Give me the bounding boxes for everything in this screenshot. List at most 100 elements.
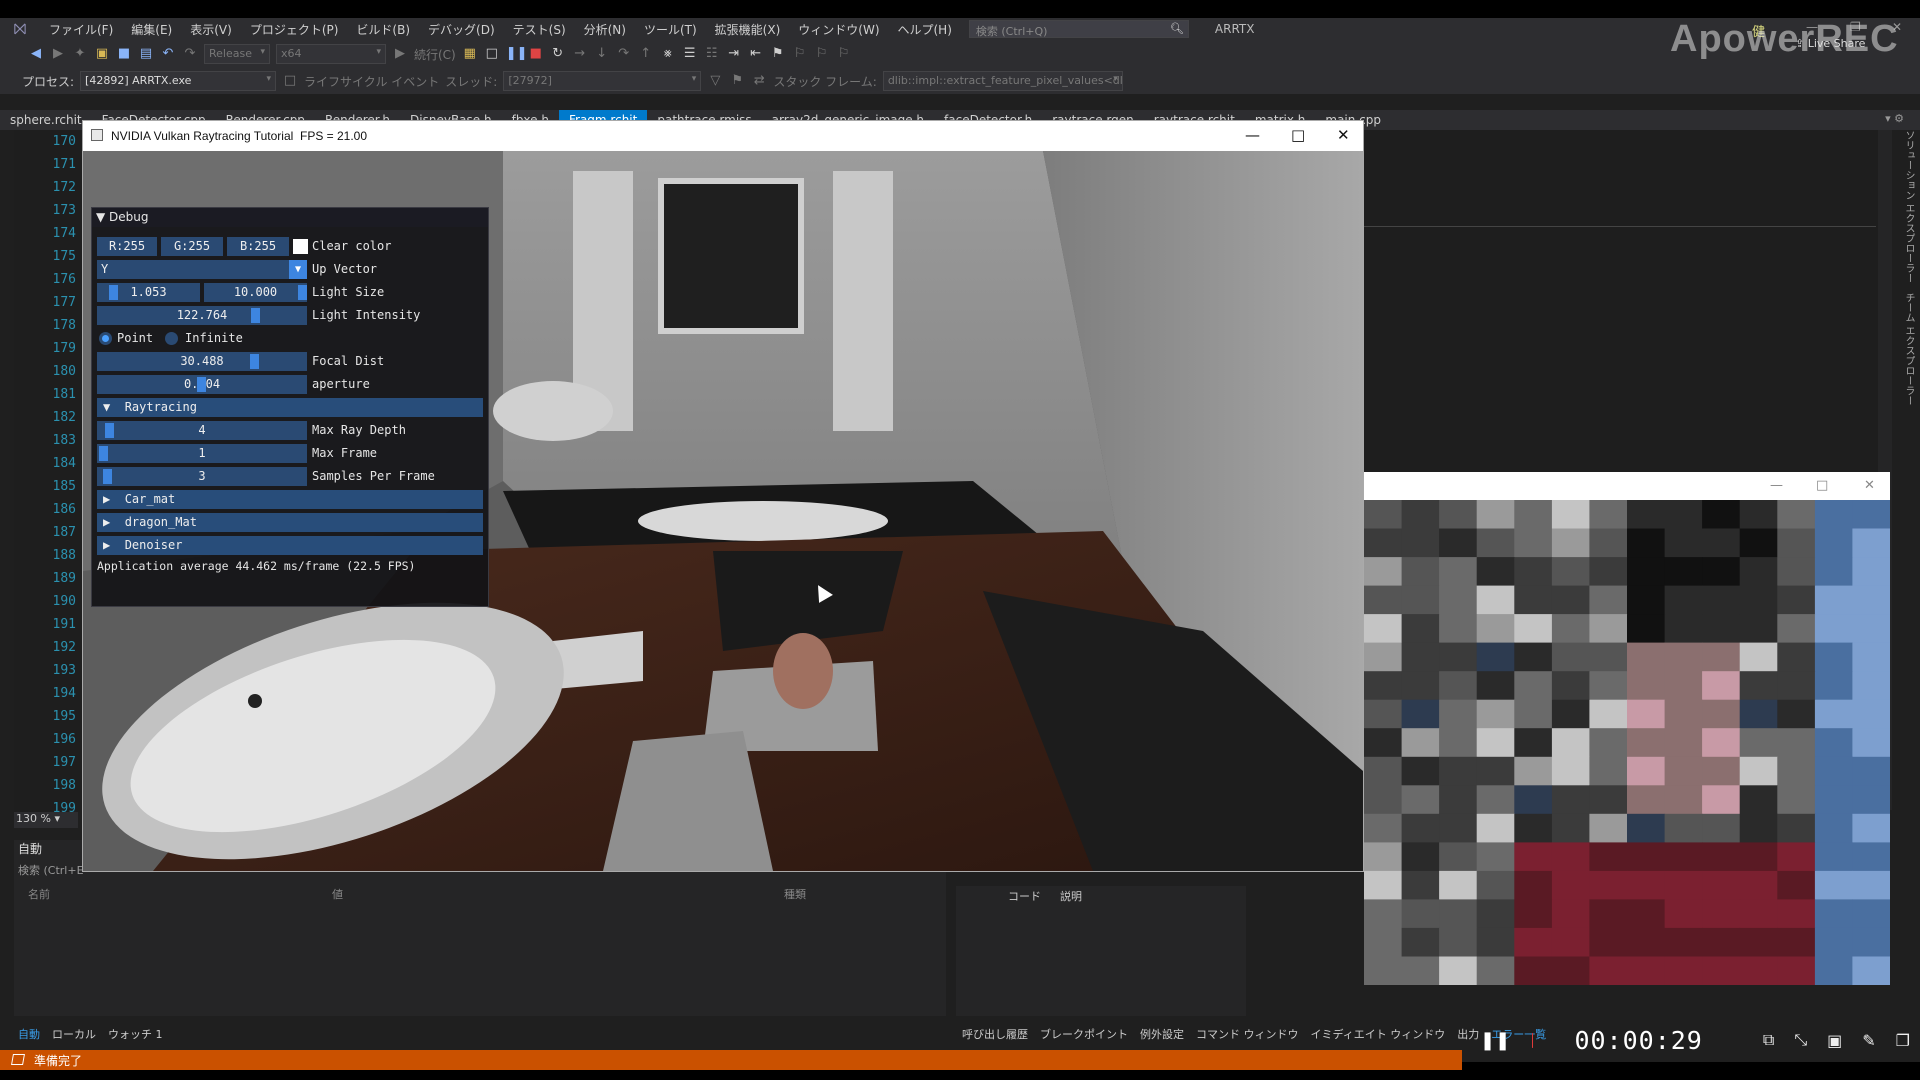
search-icon[interactable]: 🔍︎ — [1170, 22, 1184, 35]
tab-sphere-rchit[interactable]: sphere.rchit — [0, 110, 92, 130]
light-intensity-slider[interactable]: 122.764 — [97, 306, 307, 325]
debug-target-icon[interactable]: ▦ — [462, 46, 478, 62]
clear-bookmarks-icon[interactable]: ⚐ — [836, 46, 852, 62]
open-folder-icon[interactable]: ▣ — [94, 46, 110, 62]
search-input[interactable]: 検索 (Ctrl+Q) 🔍︎ — [968, 20, 1189, 38]
light-size-b-slider[interactable]: 10.000 — [204, 283, 307, 302]
filter-icon[interactable]: ▽ — [707, 73, 723, 89]
pen-icon[interactable]: ✎ — [1862, 1031, 1875, 1050]
tab-exception-settings[interactable]: 例外設定 — [1140, 1026, 1184, 1042]
prev-bookmark-icon[interactable]: ⚐ — [792, 46, 808, 62]
clear-color-b[interactable]: B:255 — [227, 237, 289, 256]
radio-infinite[interactable] — [165, 332, 178, 345]
forward-icon[interactable]: ▶ — [50, 46, 66, 62]
step-out-icon[interactable]: ↑ — [638, 46, 654, 62]
break-all-icon[interactable]: ❚❚ — [506, 46, 528, 62]
column-code[interactable]: コード — [1008, 888, 1041, 904]
lifecycle-events-button[interactable]: ライフサイクル イベント — [304, 73, 439, 90]
liveshare-button[interactable]: ⇪ Live Share — [1795, 37, 1865, 50]
column-value[interactable]: 値 — [332, 886, 343, 902]
thread-select[interactable]: [27972] ▾ — [503, 71, 702, 91]
menu-file[interactable]: ファイル(F) — [40, 21, 122, 38]
tab-autos[interactable]: 自動 — [18, 1026, 40, 1042]
step-over-icon[interactable]: ↷ — [616, 46, 632, 62]
flag-icon[interactable]: ⚑ — [729, 73, 745, 89]
close-icon[interactable]: ✕ — [1864, 478, 1875, 493]
indent-icon[interactable]: ⇥ — [726, 46, 742, 62]
clear-color-r[interactable]: R:255 — [97, 237, 157, 256]
column-description[interactable]: 説明 — [1060, 888, 1082, 904]
restart-icon[interactable]: ↻ — [550, 46, 566, 62]
raytracing-header[interactable]: ▼ Raytracing — [97, 398, 483, 417]
menu-project[interactable]: プロジェクト(P) — [241, 21, 348, 38]
tab-watch1[interactable]: ウォッチ 1 — [108, 1026, 163, 1042]
tab-overflow-icon[interactable]: ▾ ⚙ — [1885, 112, 1904, 125]
tab-call-stack[interactable]: 呼び出し履歴 — [962, 1026, 1028, 1042]
expand-icon[interactable]: ⇄ — [751, 73, 767, 89]
maximize-icon[interactable]: □ — [1816, 478, 1828, 493]
menu-analyze[interactable]: 分析(N) — [575, 21, 635, 38]
new-project-icon[interactable]: ✦ — [72, 46, 88, 62]
pause-icon[interactable]: ❚❚ — [1480, 1030, 1510, 1051]
continue-button[interactable]: 続行(C) — [414, 46, 456, 63]
clear-color-g[interactable]: G:255 — [161, 237, 223, 256]
shrink-icon[interactable]: ⤡ — [1794, 1030, 1807, 1050]
menu-build[interactable]: ビルド(B) — [347, 21, 419, 38]
save-icon[interactable]: ■ — [116, 46, 132, 62]
autos-search-input[interactable]: 検索 (Ctrl+E — [18, 862, 84, 878]
minimize-icon[interactable]: — — [1245, 126, 1260, 144]
light-size-a-slider[interactable]: 1.053 — [97, 283, 200, 302]
camera-icon[interactable]: ▣ — [1827, 1031, 1842, 1050]
process-select[interactable]: [42892] ARRTX.exe ▾ — [80, 71, 277, 91]
clear-color-swatch[interactable] — [293, 239, 308, 254]
redo-icon[interactable]: ↷ — [182, 46, 198, 62]
up-vector-select[interactable]: Y ▼ — [97, 260, 307, 279]
menu-test[interactable]: テスト(S) — [504, 21, 575, 38]
back-icon[interactable]: ◀ — [28, 46, 44, 62]
samples-per-frame-slider[interactable]: 3 — [97, 467, 307, 486]
bookmark-icon[interactable]: ⚑ — [770, 46, 786, 62]
debug-panel-title[interactable]: ▼ Debug — [92, 208, 488, 227]
maximize-icon[interactable]: □ — [1291, 126, 1305, 144]
step-into-icon[interactable]: ↓ — [594, 46, 610, 62]
tab-breakpoints[interactable]: ブレークポイント — [1040, 1026, 1128, 1042]
code-editor[interactable] — [1364, 130, 1878, 490]
continue-icon[interactable]: ▶ — [392, 46, 408, 62]
configuration-select[interactable]: Release ▾ — [204, 44, 270, 64]
menu-debug[interactable]: デバッグ(D) — [419, 21, 504, 38]
menu-edit[interactable]: 編集(E) — [122, 21, 181, 38]
menu-view[interactable]: 表示(V) — [181, 21, 241, 38]
aperture-slider[interactable]: 0.004 — [97, 375, 307, 394]
focal-dist-slider[interactable]: 30.488 — [97, 352, 307, 371]
window-icon[interactable]: ❐ — [1896, 1031, 1910, 1050]
menu-window[interactable]: ウィンドウ(W) — [789, 21, 888, 38]
stop-debugging-icon[interactable]: ■ — [528, 46, 544, 62]
menu-help[interactable]: ヘルプ(H) — [889, 21, 961, 38]
solution-explorer-icon[interactable]: ☰ — [682, 46, 698, 62]
denoiser-header[interactable]: ▶ Denoiser — [97, 536, 483, 555]
render-viewport[interactable]: ▼ Debug R:255 G:255 B:255 Clear color Y … — [83, 151, 1363, 871]
tab-command-window[interactable]: コマンド ウィンドウ — [1196, 1026, 1299, 1042]
zoom-level[interactable]: 130 % ▾ — [14, 812, 78, 828]
radio-point[interactable] — [99, 332, 112, 345]
properties-icon[interactable]: ☷ — [704, 46, 720, 62]
hot-reload-icon[interactable]: ⨳ — [660, 46, 676, 62]
menu-tools[interactable]: ツール(T) — [635, 21, 706, 38]
stackframe-select[interactable]: dlib::impl::extract_feature_pixel_values… — [882, 71, 1123, 91]
close-icon[interactable]: ✕ — [1337, 126, 1350, 144]
minimize-icon[interactable]: — — [1770, 478, 1783, 493]
tab-locals[interactable]: ローカル — [52, 1026, 96, 1042]
max-ray-depth-slider[interactable]: 4 — [97, 421, 307, 440]
screen-icon[interactable]: □ — [484, 46, 500, 62]
car-mat-header[interactable]: ▶ Car_mat — [97, 490, 483, 509]
save-all-icon[interactable]: ▤ — [138, 46, 154, 62]
menu-extensions[interactable]: 拡張機能(X) — [706, 21, 790, 38]
platform-select[interactable]: x64 ▾ — [276, 44, 386, 64]
next-bookmark-icon[interactable]: ⚐ — [814, 46, 830, 62]
column-type[interactable]: 種類 — [784, 886, 806, 902]
screenshot-icon[interactable]: ⧉ — [1763, 1030, 1774, 1050]
tab-immediate-window[interactable]: イミディエイト ウィンドウ — [1311, 1026, 1446, 1042]
column-name[interactable]: 名前 — [28, 886, 50, 902]
outdent-icon[interactable]: ⇤ — [748, 46, 764, 62]
max-frame-slider[interactable]: 1 — [97, 444, 307, 463]
